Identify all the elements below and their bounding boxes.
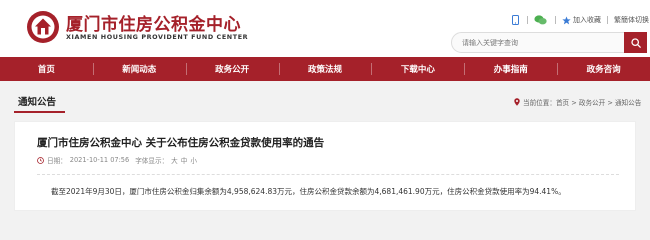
- breadcrumb: 当前位置：首页 > 政务公开 > 通知公告: [514, 97, 641, 107]
- top-links: 加入收藏 繁簡体切换: [512, 13, 649, 27]
- nav-item-consultation[interactable]: 政务咨询: [557, 57, 650, 81]
- search-box: [451, 32, 647, 53]
- search-icon: [630, 37, 641, 48]
- star-icon: [562, 15, 571, 24]
- font-small-button[interactable]: 小: [190, 155, 197, 165]
- clock-icon: [37, 156, 44, 164]
- nav-item-policies[interactable]: 政策法规: [278, 57, 372, 81]
- divider: [37, 174, 619, 175]
- nav-item-downloads[interactable]: 下载中心: [371, 57, 464, 81]
- search-input[interactable]: [452, 33, 624, 52]
- nav-item-government-affairs[interactable]: 政务公开: [185, 57, 279, 81]
- main-nav: 首页 新闻动态 政务公开 政策法规 下载中心 办事指南 政务咨询: [0, 57, 650, 81]
- nav-item-home[interactable]: 首页: [0, 57, 93, 81]
- section-title: 通知公告: [18, 97, 57, 108]
- search-button[interactable]: [624, 32, 647, 53]
- font-large-button[interactable]: 大: [171, 155, 178, 165]
- article-title: 厦门市住房公积金中心 关于公布住房公积金贷款使用率的通告: [37, 137, 325, 149]
- article-body: 截至2021年9月30日，厦门市住房公积金归集余额为4,958,624.83万元…: [51, 187, 566, 196]
- site-title: 厦门市住房公积金中心: [66, 15, 241, 35]
- nav-item-news[interactable]: 新闻动态: [92, 57, 186, 81]
- article-card: 厦门市住房公积金中心 关于公布住房公积金贷款使用率的通告 日期： 2021-10…: [14, 121, 636, 211]
- font-medium-button[interactable]: 中: [181, 155, 188, 165]
- nav-item-service-guide[interactable]: 办事指南: [464, 57, 557, 81]
- section-bar: 通知公告 当前位置：首页 > 政务公开 > 通知公告: [0, 81, 650, 121]
- publish-date: 2021-10-11 07:56: [69, 156, 130, 164]
- font-size-label: 字体显示：: [135, 157, 169, 165]
- divider: [607, 16, 608, 24]
- mobile-icon[interactable]: [512, 15, 519, 25]
- section-title-underline: [14, 111, 65, 113]
- date-label: 日期：: [47, 157, 67, 165]
- location-pin-icon: [514, 98, 520, 106]
- divider: [527, 16, 528, 24]
- site-header: 厦门市住房公积金中心 XIAMEN HOUSING PROVIDENT FUND…: [0, 0, 650, 57]
- wechat-icon[interactable]: [534, 15, 547, 25]
- breadcrumb-text[interactable]: 当前位置：首页 > 政务公开 > 通知公告: [523, 97, 641, 107]
- logo-icon[interactable]: [26, 10, 60, 44]
- article-meta: 日期： 2021-10-11 07:56 字体显示： 大 中 小: [37, 155, 200, 165]
- add-favorite-link[interactable]: 加入收藏: [573, 15, 601, 25]
- site-subtitle: XIAMEN HOUSING PROVIDENT FUND CENTER: [66, 33, 249, 41]
- language-switch-link[interactable]: 繁簡体切换: [614, 15, 649, 25]
- divider: [555, 16, 556, 24]
